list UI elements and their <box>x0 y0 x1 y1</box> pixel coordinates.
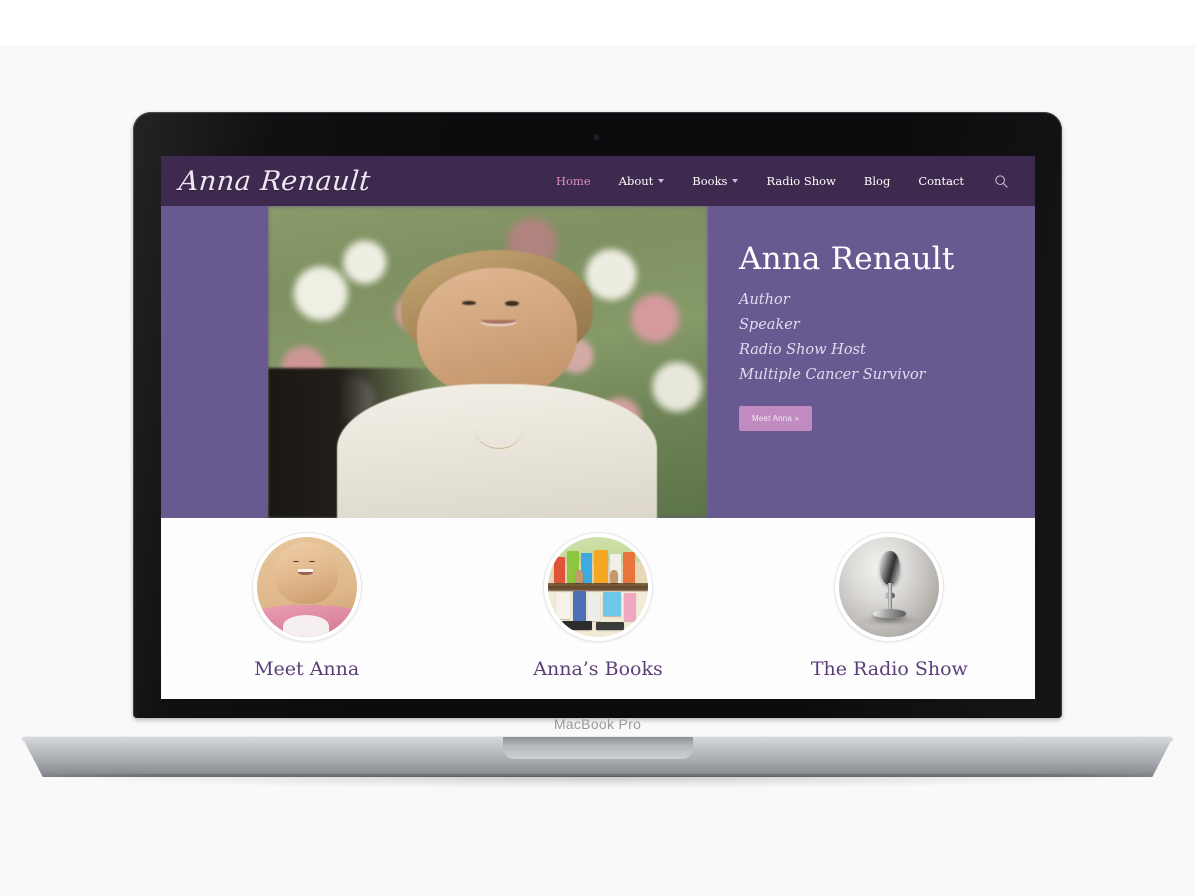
hero-subtitle-author: Author <box>739 292 790 309</box>
book-shape <box>595 622 624 630</box>
macbook-pro-mockup: Anna Renault Home About Books Radio Show… <box>0 0 1195 896</box>
hero-title: Anna Renault <box>739 241 955 277</box>
nav-item-label: Home <box>555 174 591 188</box>
hero-subtitle-radio-show-host: Radio Show Host <box>739 342 866 359</box>
face-shape <box>416 268 577 398</box>
smile-shape <box>297 569 314 575</box>
nav-item-books[interactable]: Books <box>678 174 752 188</box>
laptop-base-notch <box>503 737 693 759</box>
site-logo[interactable]: Anna Renault <box>178 166 372 197</box>
hero-subtitle-cancer-survivor: Multiple Cancer Survivor <box>739 367 926 384</box>
nav-item-label: Books <box>692 174 728 188</box>
microphone-head <box>880 551 901 585</box>
nav-item-home[interactable]: Home <box>542 174 605 188</box>
feature-cards-row: Meet Anna Anna’s Books The Radio Show <box>161 518 1035 699</box>
eye-shape <box>504 301 520 306</box>
blouse-shape <box>336 383 657 518</box>
chevron-down-icon <box>732 179 739 183</box>
microphone-base <box>873 609 907 618</box>
card-title-annas-books: Anna’s Books <box>533 658 663 680</box>
nav-item-blog[interactable]: Blog <box>850 174 904 188</box>
card-title-meet-anna: Meet Anna <box>254 658 360 680</box>
book-shape <box>555 593 570 619</box>
shelf-board <box>547 583 648 588</box>
laptop-screen: Anna Renault Home About Books Radio Show… <box>161 156 1035 699</box>
teddy-bear-shape <box>609 570 618 583</box>
card-annas-books[interactable]: Anna’s Books <box>483 533 713 680</box>
nav-item-radio-show[interactable]: Radio Show <box>752 174 849 188</box>
webcam-icon <box>594 135 599 140</box>
hero-section: Anna Renault Author Speaker Radio Show H… <box>161 206 1035 518</box>
eye-shape <box>293 560 300 563</box>
nav-item-label: Radio Show <box>766 174 836 188</box>
book-shape <box>593 550 608 583</box>
card-image-annas-books[interactable] <box>543 533 652 641</box>
book-shape <box>553 557 565 583</box>
book-shape <box>602 592 621 616</box>
card-image-meet-anna[interactable] <box>252 533 361 641</box>
card-image-the-radio-show[interactable] <box>835 533 944 641</box>
nav-item-label: About <box>618 174 654 188</box>
meet-anna-button[interactable]: Meet Anna » <box>739 406 813 432</box>
anna-portrait-illustration <box>256 537 357 637</box>
card-title-the-radio-show: The Radio Show <box>810 658 968 680</box>
head-shape <box>273 542 338 604</box>
laptop-drop-shadow <box>60 776 1135 788</box>
hero-subtitle-speaker: Speaker <box>739 317 800 334</box>
white-collar-shape <box>282 615 329 637</box>
nav-item-contact[interactable]: Contact <box>904 174 978 188</box>
book-shape <box>622 552 635 583</box>
nav-item-about[interactable]: About <box>605 174 679 188</box>
chevron-down-icon <box>658 179 665 183</box>
site-header: Anna Renault Home About Books Radio Show… <box>161 156 1035 206</box>
nav-item-label: Contact <box>918 174 964 188</box>
book-shape <box>572 591 586 621</box>
bookshelf-illustration <box>547 537 648 637</box>
hero-text-block: Anna Renault Author Speaker Radio Show H… <box>739 206 1035 518</box>
smile-shape <box>480 319 516 327</box>
book-shape <box>623 593 636 621</box>
main-navigation: Home About Books Radio Show Blog Contact <box>542 174 1009 189</box>
search-icon[interactable] <box>978 174 1009 189</box>
hero-portrait-photo <box>268 206 708 518</box>
card-the-radio-show[interactable]: The Radio Show <box>774 533 1004 680</box>
person-figure <box>336 249 657 518</box>
website-viewport: Anna Renault Home About Books Radio Show… <box>161 156 1035 699</box>
microphone-neck <box>887 583 892 611</box>
teddy-bear-shape <box>574 570 583 583</box>
necklace-shape <box>473 405 525 450</box>
nav-item-label: Blog <box>863 174 891 188</box>
book-shape <box>587 594 600 621</box>
eye-shape <box>461 300 476 306</box>
eye-shape <box>309 560 316 563</box>
microphone-illustration <box>839 537 940 637</box>
book-shape <box>561 621 592 630</box>
card-meet-anna[interactable]: Meet Anna <box>192 533 422 680</box>
laptop-base <box>0 716 1195 806</box>
